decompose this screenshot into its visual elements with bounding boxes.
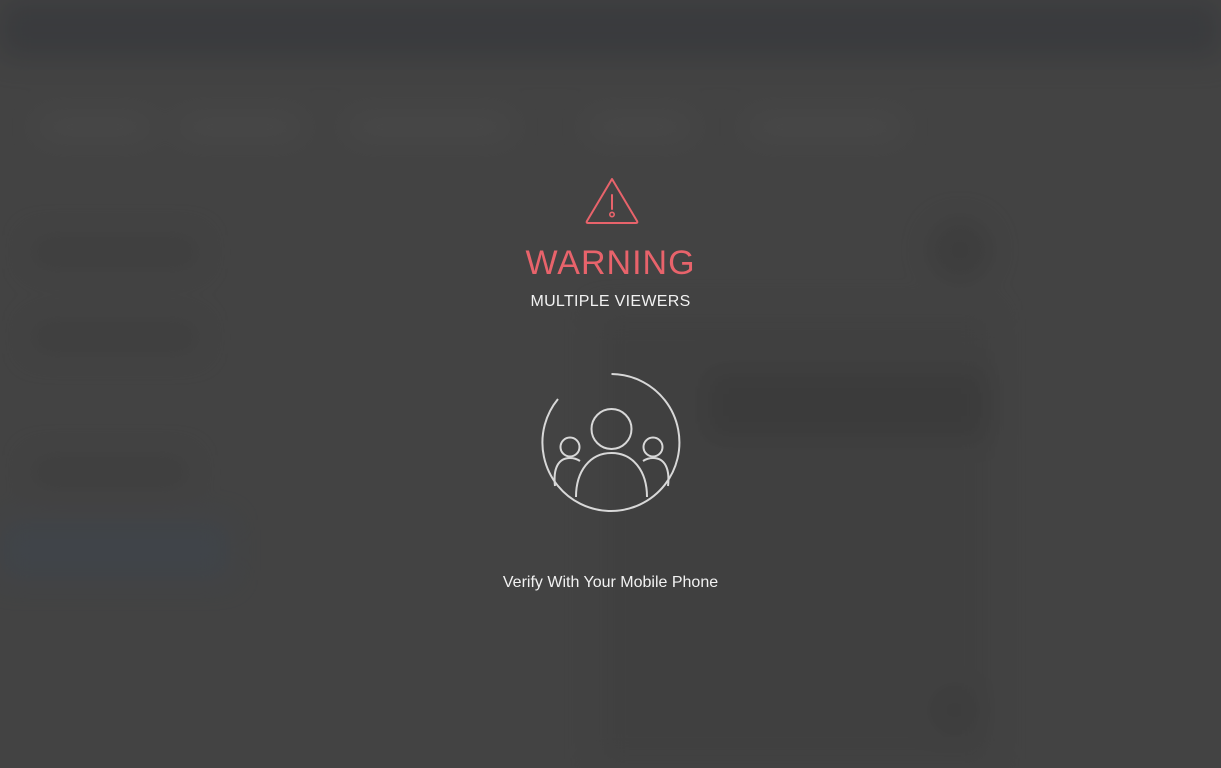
multiple-viewers-icon (541, 373, 681, 512)
verify-mobile-link-row: Verify With Your Mobile Phone (0, 573, 1221, 593)
warning-subtitle: MULTIPLE VIEWERS (530, 293, 691, 310)
app-screen: WARNING MULTIPLE VIEWERS Verify With You… (0, 0, 1221, 768)
warning-overlay: WARNING MULTIPLE VIEWERS Verify With You… (0, 0, 1221, 768)
verify-mobile-link[interactable]: Verify With Your Mobile Phone (503, 574, 718, 591)
warning-triangle-icon (585, 178, 639, 224)
warning-title: WARNING (525, 244, 696, 282)
